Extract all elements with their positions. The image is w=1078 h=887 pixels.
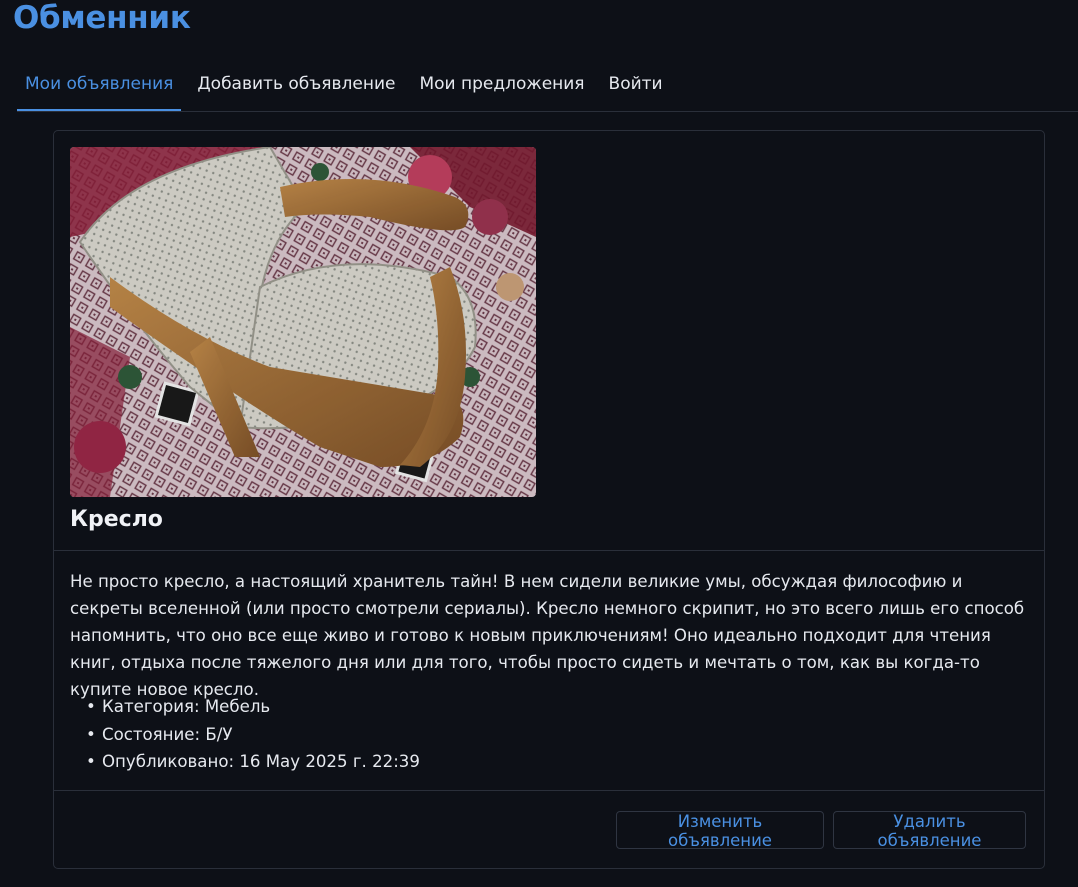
card-footer-divider [54,790,1044,791]
listing-photo [70,147,536,497]
listing-card: Кресло Не просто кресло, а настоящий хра… [53,130,1045,869]
delete-listing-button[interactable]: Удалить объявление [833,811,1026,850]
app-title: Обменник [13,0,191,36]
listing-title: Кресло [70,507,163,532]
detail-category: Категория: Мебель [86,693,420,721]
detail-published: Опубликовано: 16 May 2025 г. 22:39 [86,748,420,776]
tab-login[interactable]: Войти [601,62,671,111]
card-divider [54,550,1044,551]
listing-details: Категория: Мебель Состояние: Б/У Опублик… [86,693,420,776]
tab-my-listings[interactable]: Мои объявления [17,62,182,111]
tab-add-listing[interactable]: Добавить объявление [189,62,403,111]
edit-listing-button[interactable]: Изменить объявление [616,811,824,850]
listing-description: Не просто кресло, а настоящий хранитель … [70,572,1025,699]
tab-my-offers[interactable]: Мои предложения [411,62,592,111]
detail-condition: Состояние: Б/У [86,721,420,749]
main-tabs: Мои объявления Добавить объявление Мои п… [17,62,1078,112]
